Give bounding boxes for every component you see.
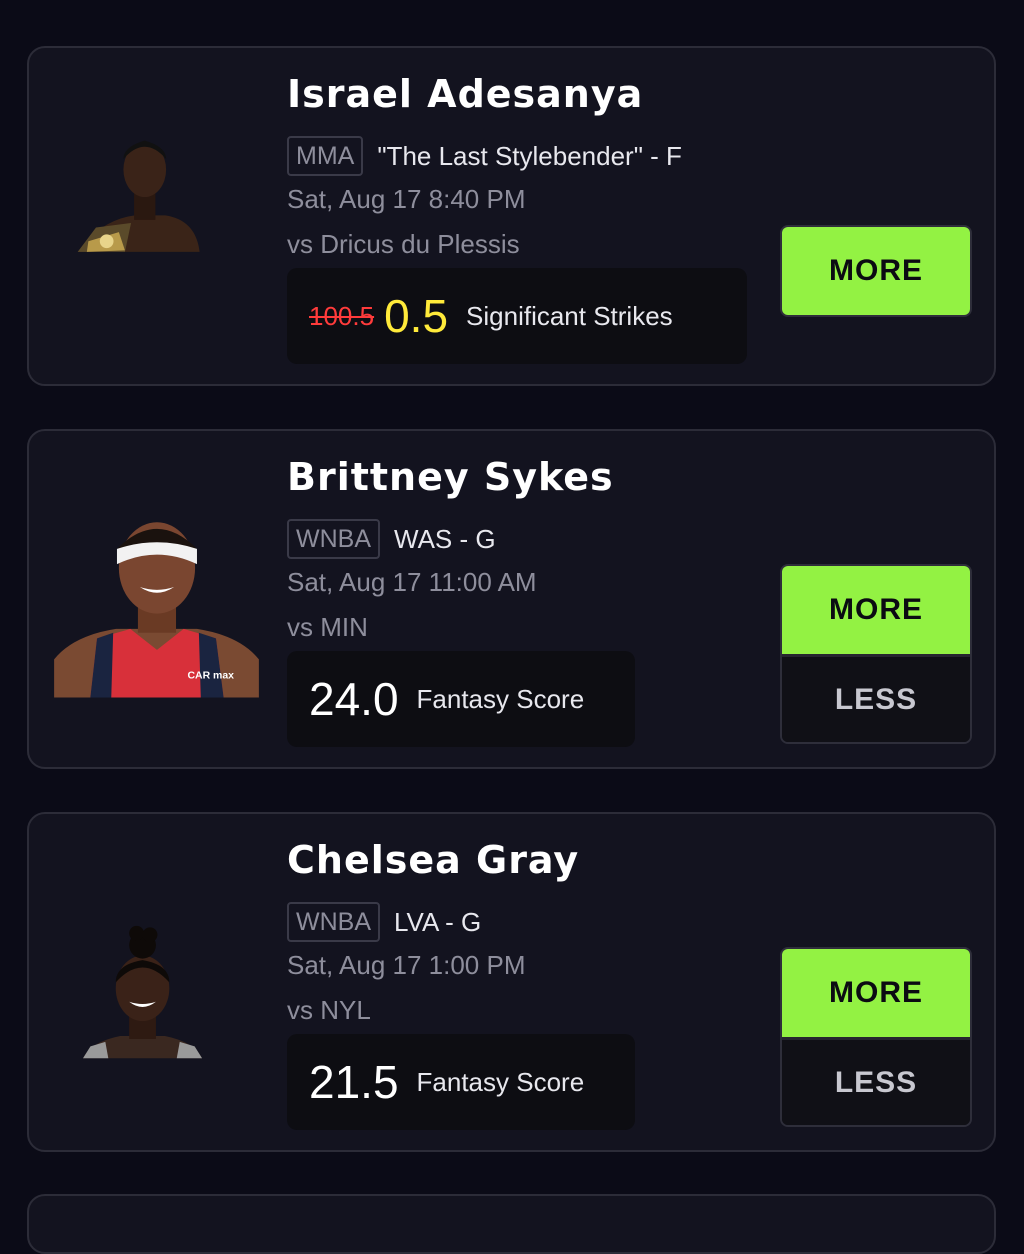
- league-badge: WNBA: [287, 902, 380, 942]
- opponent: vs NYL: [287, 995, 371, 1025]
- line-value: 24.0: [309, 673, 399, 725]
- less-button[interactable]: LESS: [782, 654, 970, 742]
- league-badge: WNBA: [287, 519, 380, 559]
- player-meta: WNBA WAS - G: [287, 519, 496, 559]
- team-position: "The Last Stylebender" - F: [377, 140, 682, 171]
- more-button[interactable]: MORE: [782, 227, 970, 315]
- team-position: LVA - G: [394, 906, 482, 937]
- player-card-partial[interactable]: [27, 1194, 996, 1254]
- line-value: 0.5: [384, 290, 449, 342]
- player-name: Brittney Sykes: [287, 455, 614, 499]
- projection-box: 24.0 Fantasy Score: [287, 651, 635, 747]
- jersey-text: CAR max: [187, 670, 234, 681]
- stat-type: Fantasy Score: [416, 1066, 585, 1097]
- projection-box: 100.5 0.5 Significant Strikes: [287, 268, 747, 364]
- player-name: Israel Adesanya: [287, 72, 644, 116]
- player-name: Chelsea Gray: [287, 838, 580, 882]
- league-badge: MMA: [287, 136, 364, 176]
- player-card[interactable]: Israel Adesanya MMA "The Last Stylebende…: [27, 46, 996, 386]
- game-time: Sat, Aug 17 11:00 AM: [287, 567, 537, 597]
- player-meta: MMA "The Last Stylebender" - F: [287, 136, 682, 176]
- game-time: Sat, Aug 17 8:40 PM: [287, 184, 526, 214]
- player-avatar: CAR max: [54, 522, 259, 698]
- pick-buttons: MORE LESS: [780, 564, 972, 744]
- player-meta: WNBA LVA - G: [287, 902, 481, 942]
- stat-type: Significant Strikes: [466, 300, 673, 331]
- player-avatar: [77, 140, 200, 252]
- player-card[interactable]: CAR max Brittney Sykes WNBA WAS - G Sat,…: [27, 429, 996, 769]
- game-time: Sat, Aug 17 1:00 PM: [287, 950, 526, 980]
- opponent: vs MIN: [287, 612, 368, 642]
- projection-box: 21.5 Fantasy Score: [287, 1034, 635, 1130]
- old-line-value: 100.5: [309, 300, 375, 331]
- player-avatar: [83, 925, 203, 1059]
- team-position: WAS - G: [394, 523, 496, 554]
- less-button[interactable]: LESS: [782, 1037, 970, 1125]
- player-card[interactable]: Chelsea Gray WNBA LVA - G Sat, Aug 17 1:…: [27, 812, 996, 1152]
- pick-buttons: MORE LESS: [780, 947, 972, 1127]
- opponent: vs Dricus du Plessis: [287, 229, 520, 259]
- more-button[interactable]: MORE: [782, 566, 970, 654]
- stat-type: Fantasy Score: [416, 683, 585, 714]
- pick-buttons: MORE: [780, 225, 972, 317]
- line-value: 21.5: [309, 1056, 399, 1108]
- more-button[interactable]: MORE: [782, 949, 970, 1037]
